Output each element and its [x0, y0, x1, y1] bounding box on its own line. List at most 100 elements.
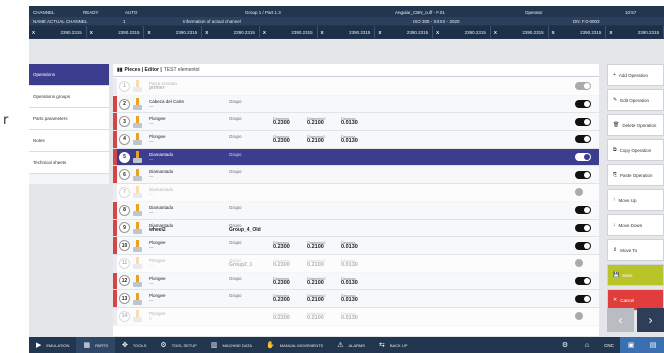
enable-toggle[interactable] — [575, 259, 591, 268]
operation-detail: --- — [149, 156, 154, 162]
menu-emulation[interactable]: ▶ EMULATION — [29, 337, 76, 353]
operation-row[interactable]: 5 Diamantado --- Grupo — [113, 148, 599, 167]
previous-page-button[interactable]: ‹ — [607, 308, 634, 332]
group-label: Grupo — [229, 293, 242, 299]
row-status-bar — [113, 131, 117, 148]
nav-item[interactable]: Parts parameters — [29, 108, 109, 130]
tool-body-shape — [133, 140, 142, 146]
tool-tip-shape — [136, 239, 139, 247]
header-channel-1: 1 — [123, 18, 126, 24]
dimension-cell: Degarra 0.0130 — [341, 311, 375, 321]
operation-row[interactable]: 7 Diamantado --- — [113, 184, 599, 202]
manual-movements-label: MANUAL MOVEMENTS — [279, 342, 324, 348]
operation-row[interactable]: 12 Plongee --- Grupo Diametro 0.2300 Diametro2… — [113, 272, 599, 291]
operation-row[interactable]: 13 Plongee --- Grupo Diametro 0.2300 Diametro2… — [113, 290, 599, 308]
operation-row[interactable]: 14 Plongee C Diametro 0.2300 Diametro2 0.2100 D… — [113, 307, 599, 326]
nav-item[interactable]: Operations groups — [29, 86, 109, 108]
operation-row[interactable]: 10 Plongee --- Grupo Diametro 0.2300 Diametro2… — [113, 237, 599, 255]
operation-number: 13 — [119, 293, 130, 305]
menu-parts[interactable]: ▦ PARTS — [76, 337, 116, 353]
menu-alarms[interactable]: ⚠ ALARMS — [330, 337, 372, 353]
axis-value: 2390.2315 — [464, 29, 486, 35]
save-button-label: Save — [622, 272, 633, 278]
menu-tool-setup[interactable]: ⚙ TOOL SETUP — [153, 337, 203, 353]
enable-toggle[interactable] — [575, 82, 591, 91]
edit-operation-button[interactable]: ✎ Edit Operation — [607, 89, 664, 111]
menu-machine-data[interactable]: ▥ MACHINE DATA — [204, 337, 259, 353]
delete-operation-button[interactable]: 🗑 Delete Operation — [607, 114, 664, 136]
axis-readout: X 2390.2315 — [202, 26, 260, 38]
menu-manual-movements[interactable]: ✋ MANUAL MOVEMENTS — [259, 337, 330, 353]
dimension-cell: Diametro2 0.2100 — [307, 293, 341, 303]
editor-title: ▮▮ Pieces | Editor | TEST elementol — [113, 64, 599, 77]
enable-toggle[interactable] — [575, 170, 591, 179]
operation-dimensions: Diametro 0.2300 Diametro2 0.2100 Degarra 0.01… — [273, 240, 375, 250]
menu-tools[interactable]: ✥ TOOLS — [115, 337, 153, 353]
menu-back-up[interactable]: ⇆ BACK UP — [372, 337, 414, 353]
next-page-button[interactable]: › — [637, 308, 664, 332]
settings-icon[interactable]: ⚙ — [554, 337, 576, 353]
tool-icon — [133, 115, 142, 128]
move-up-button[interactable]: ↑ Move Up — [607, 189, 664, 211]
operation-row[interactable]: 3 Plongee --- Grupo Diametro 0.2300 Diametro2 0… — [113, 113, 599, 132]
operation-row[interactable]: 8 Diamantado --- Grupo — [113, 201, 599, 220]
paste-operation-button-label: Paste Operation — [620, 172, 653, 178]
toggle-knob — [575, 259, 583, 268]
axis-readout: X 2390.2315 — [87, 26, 145, 38]
operation-number: 5 — [119, 151, 130, 163]
operation-row[interactable]: 1 Pieza entrada primer — [113, 78, 599, 96]
operation-dimensions: Diametro 0.2300 Diametro2 0.2100 Degarra 0.01… — [273, 311, 375, 321]
operation-name: Cabeza del Carte --- — [149, 99, 184, 109]
cnc-label[interactable]: CNC — [598, 337, 620, 353]
enable-toggle[interactable] — [575, 100, 591, 109]
nav-item[interactable]: Operations — [29, 64, 109, 86]
enable-toggle[interactable] — [575, 223, 591, 232]
enable-toggle[interactable] — [575, 294, 591, 303]
toggle-knob — [584, 224, 590, 231]
axis-readout: X 2390.2315 — [260, 26, 318, 38]
copy-operation-button[interactable]: ⧉ Copy Operation — [607, 139, 664, 161]
enable-toggle[interactable] — [575, 276, 591, 285]
enable-toggle[interactable] — [575, 117, 591, 126]
operation-number: 7 — [119, 186, 130, 198]
operation-row[interactable]: 4 Plongee --- Grupo Diametro 0.2300 Diametro2 0… — [113, 131, 599, 149]
enable-toggle[interactable] — [575, 153, 591, 162]
operation-number: 1 — [119, 80, 130, 92]
operation-detail: C — [149, 315, 153, 321]
copy-operation-icon: ⧉ — [613, 147, 617, 153]
display-icon[interactable]: ▣ — [620, 337, 642, 353]
operation-row[interactable]: 6 Diamantado --- Grupo — [113, 166, 599, 185]
enable-toggle[interactable] — [575, 312, 591, 321]
app-window: CHANNEL READY AUTO Group 1 / Part 1.3 Angula… — [29, 6, 664, 353]
enable-toggle[interactable] — [575, 135, 591, 144]
axis-value: 2390.2315 — [580, 29, 602, 35]
move-down-button[interactable]: ↓ Move Down — [607, 214, 664, 236]
operation-row[interactable]: 9 Diamantado wheel2 Grupo Group_4_Old — [113, 219, 599, 238]
paste-operation-button[interactable]: ⎘ Paste Operation — [607, 164, 664, 186]
dimension-cell: Diametro2 0.2100 — [307, 240, 341, 250]
axis-value: 2390.2315 — [637, 29, 660, 35]
operation-dimensions: Diametro 0.2300 Diametro2 0.2100 Degarra 0.01… — [273, 116, 375, 126]
operation-row[interactable]: 11 Plongee --- Grupo Group2_1 Diametro 0.2300 D… — [113, 254, 599, 273]
enable-toggle[interactable] — [575, 241, 591, 250]
header-channel-4: DN: F.0-0003 — [573, 18, 600, 24]
operation-detail: --- — [149, 262, 154, 268]
group-label: Grupo — [229, 134, 242, 140]
move-down-button-label: Move Down — [618, 222, 643, 228]
home-icon[interactable]: ⌂ — [576, 337, 598, 353]
save-button[interactable]: 💾 Save — [607, 264, 664, 286]
header-channel-2: Information of actual channel — [183, 18, 241, 24]
layout-icon[interactable]: ▤ — [642, 337, 664, 353]
add-operation-button[interactable]: + Add Operation — [607, 64, 664, 86]
dimension-value: 0.0130 — [341, 297, 358, 304]
nav-item[interactable]: Notes — [29, 130, 109, 152]
dimension-cell: Degarra 0.0130 — [341, 293, 375, 303]
header-channel-0: NAME ACTUAL CHANNEL — [33, 18, 88, 24]
enable-toggle[interactable] — [575, 188, 591, 197]
nav-item[interactable]: Technical sheets — [29, 152, 109, 174]
operation-row[interactable]: 2 Cabeza del Carte --- Grupo — [113, 95, 599, 114]
move-to-button[interactable]: ⇕ Move To — [607, 239, 664, 261]
header-status-5: Operator — [525, 9, 543, 15]
enable-toggle[interactable] — [575, 206, 591, 215]
emulation-label: EMULATION — [46, 342, 70, 348]
